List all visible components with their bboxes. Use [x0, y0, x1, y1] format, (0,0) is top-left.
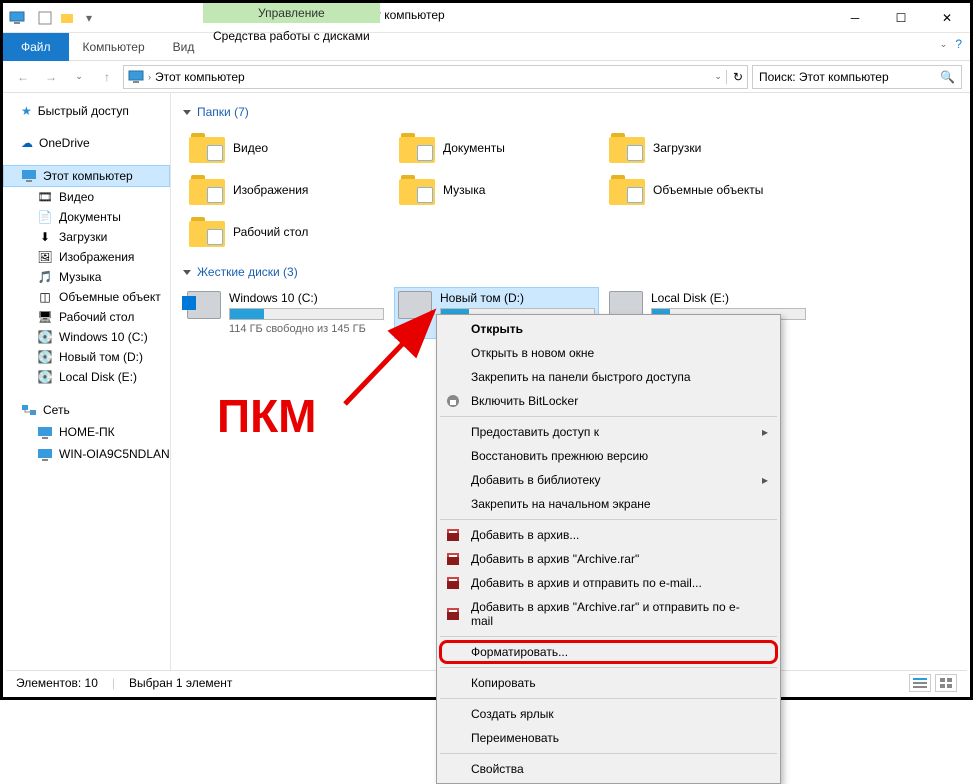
context-menu-item[interactable]: Восстановить прежнюю версию	[439, 444, 778, 468]
address-dropdown-icon[interactable]: ⌄	[714, 71, 722, 82]
context-menu: ОткрытьОткрыть в новом окнеЗакрепить на …	[436, 314, 781, 784]
sidebar-item[interactable]: 💽Новый том (D:)	[3, 347, 170, 367]
search-placeholder: Поиск: Этот компьютер	[759, 70, 889, 84]
ribbon: Файл Компьютер Вид ⌄ ?	[3, 33, 970, 61]
back-button[interactable]: ←	[11, 65, 35, 89]
context-menu-item[interactable]: Добавить в библиотеку	[439, 468, 778, 492]
search-input[interactable]: Поиск: Этот компьютер 🔍	[752, 65, 962, 89]
qat-new-folder-icon[interactable]	[57, 8, 77, 28]
drive-item[interactable]: Windows 10 (C:)114 ГБ свободно из 145 ГБ	[183, 287, 388, 339]
sidebar-network[interactable]: Сеть	[3, 399, 170, 421]
sidebar-onedrive[interactable]: ☁OneDrive	[3, 133, 170, 153]
file-tab[interactable]: Файл	[3, 33, 69, 61]
maximize-button[interactable]: ☐	[878, 3, 924, 33]
context-menu-item[interactable]: Добавить в архив и отправить по e-mail..…	[439, 571, 778, 595]
sidebar-this-pc[interactable]: Этот компьютер	[3, 165, 170, 187]
context-menu-item[interactable]: Закрепить на начальном экране	[439, 492, 778, 516]
sidebar-item[interactable]: 🎵Музыка	[3, 267, 170, 287]
context-menu-item[interactable]: Добавить в архив "Archive.rar" и отправи…	[439, 595, 778, 633]
ribbon-tabs: Компьютер Вид	[69, 34, 209, 60]
context-menu-item[interactable]: Создать ярлык	[439, 702, 778, 726]
folder-item[interactable]: Видео	[183, 127, 393, 169]
contextual-header: Управление	[203, 3, 380, 23]
annotation-label: ПКМ	[217, 389, 316, 443]
folder-item[interactable]: Документы	[393, 127, 603, 169]
sidebar-item[interactable]: 💽Windows 10 (C:)	[3, 327, 170, 347]
view-details-button[interactable]	[909, 674, 931, 692]
status-selection: Выбран 1 элемент	[129, 676, 232, 690]
breadcrumb[interactable]: Этот компьютер	[155, 70, 245, 84]
close-button[interactable]: ✕	[924, 3, 970, 33]
sidebar-item[interactable]: 🖼Изображения	[3, 247, 170, 267]
folder-item[interactable]: Загрузки	[603, 127, 813, 169]
minimize-button[interactable]: ─	[832, 3, 878, 33]
sidebar-item[interactable]: ⬇Загрузки	[3, 227, 170, 247]
sidebar-item[interactable]: ◫Объемные объект	[3, 287, 170, 307]
context-menu-item[interactable]: Добавить в архив "Archive.rar"	[439, 547, 778, 571]
refresh-icon[interactable]: ↻	[726, 70, 743, 84]
sidebar-item[interactable]: 💽Local Disk (E:)	[3, 367, 170, 387]
qat-dropdown-icon[interactable]: ▾	[79, 8, 99, 28]
view-large-button[interactable]	[935, 674, 957, 692]
context-menu-item[interactable]: Форматировать...	[439, 640, 778, 664]
sidebar-item[interactable]: 📄Документы	[3, 207, 170, 227]
address-bar[interactable]: › Этот компьютер ⌄ ↻	[123, 65, 748, 89]
folder-item[interactable]: Объемные объекты	[603, 169, 813, 211]
forward-button[interactable]: →	[39, 65, 63, 89]
folder-item[interactable]: Рабочий стол	[183, 211, 393, 253]
qat-properties-icon[interactable]	[35, 8, 55, 28]
this-pc-icon	[9, 10, 25, 26]
title-bar: ▾ Этот компьютер ─ ☐ ✕	[3, 3, 970, 33]
context-menu-item[interactable]: Открыть в новом окне	[439, 341, 778, 365]
sidebar-item[interactable]: 🖥Рабочий стол	[3, 307, 170, 327]
context-menu-item[interactable]: Закрепить на панели быстрого доступа	[439, 365, 778, 389]
address-row: ← → ⌄ ↑ › Этот компьютер ⌄ ↻ Поиск: Этот…	[3, 61, 970, 93]
navigation-pane: ★Быстрый доступ ☁OneDrive Этот компьютер…	[3, 93, 171, 673]
context-menu-item[interactable]: Переименовать	[439, 726, 778, 750]
sidebar-item[interactable]: WIN-OIA9C5NDLAN	[3, 443, 170, 465]
context-menu-item[interactable]: Предоставить доступ к	[439, 420, 778, 444]
sidebar-quick-access[interactable]: ★Быстрый доступ	[3, 101, 170, 121]
context-menu-item[interactable]: Включить BitLocker	[439, 389, 778, 413]
context-menu-item[interactable]: Добавить в архив...	[439, 523, 778, 547]
status-item-count: Элементов: 10	[16, 676, 98, 690]
sidebar-item[interactable]: HOME-ПК	[3, 421, 170, 443]
folders-group-header[interactable]: Папки (7)	[183, 105, 958, 119]
up-button[interactable]: ↑	[95, 65, 119, 89]
folder-item[interactable]: Музыка	[393, 169, 603, 211]
recent-dropdown[interactable]: ⌄	[67, 65, 91, 89]
ribbon-expand-icon[interactable]: ⌄	[940, 39, 948, 50]
context-menu-item[interactable]: Свойства	[439, 757, 778, 781]
tab-view[interactable]: Вид	[159, 34, 209, 60]
context-menu-item[interactable]: Открыть	[439, 317, 778, 341]
sidebar-item[interactable]: 🎞Видео	[3, 187, 170, 207]
drives-group-header[interactable]: Жесткие диски (3)	[183, 265, 958, 279]
location-icon	[128, 69, 144, 85]
context-menu-item[interactable]: Копировать	[439, 671, 778, 695]
folder-item[interactable]: Изображения	[183, 169, 393, 211]
help-icon[interactable]: ?	[955, 37, 962, 51]
search-icon: 🔍	[940, 70, 955, 84]
tab-computer[interactable]: Компьютер	[69, 34, 159, 60]
